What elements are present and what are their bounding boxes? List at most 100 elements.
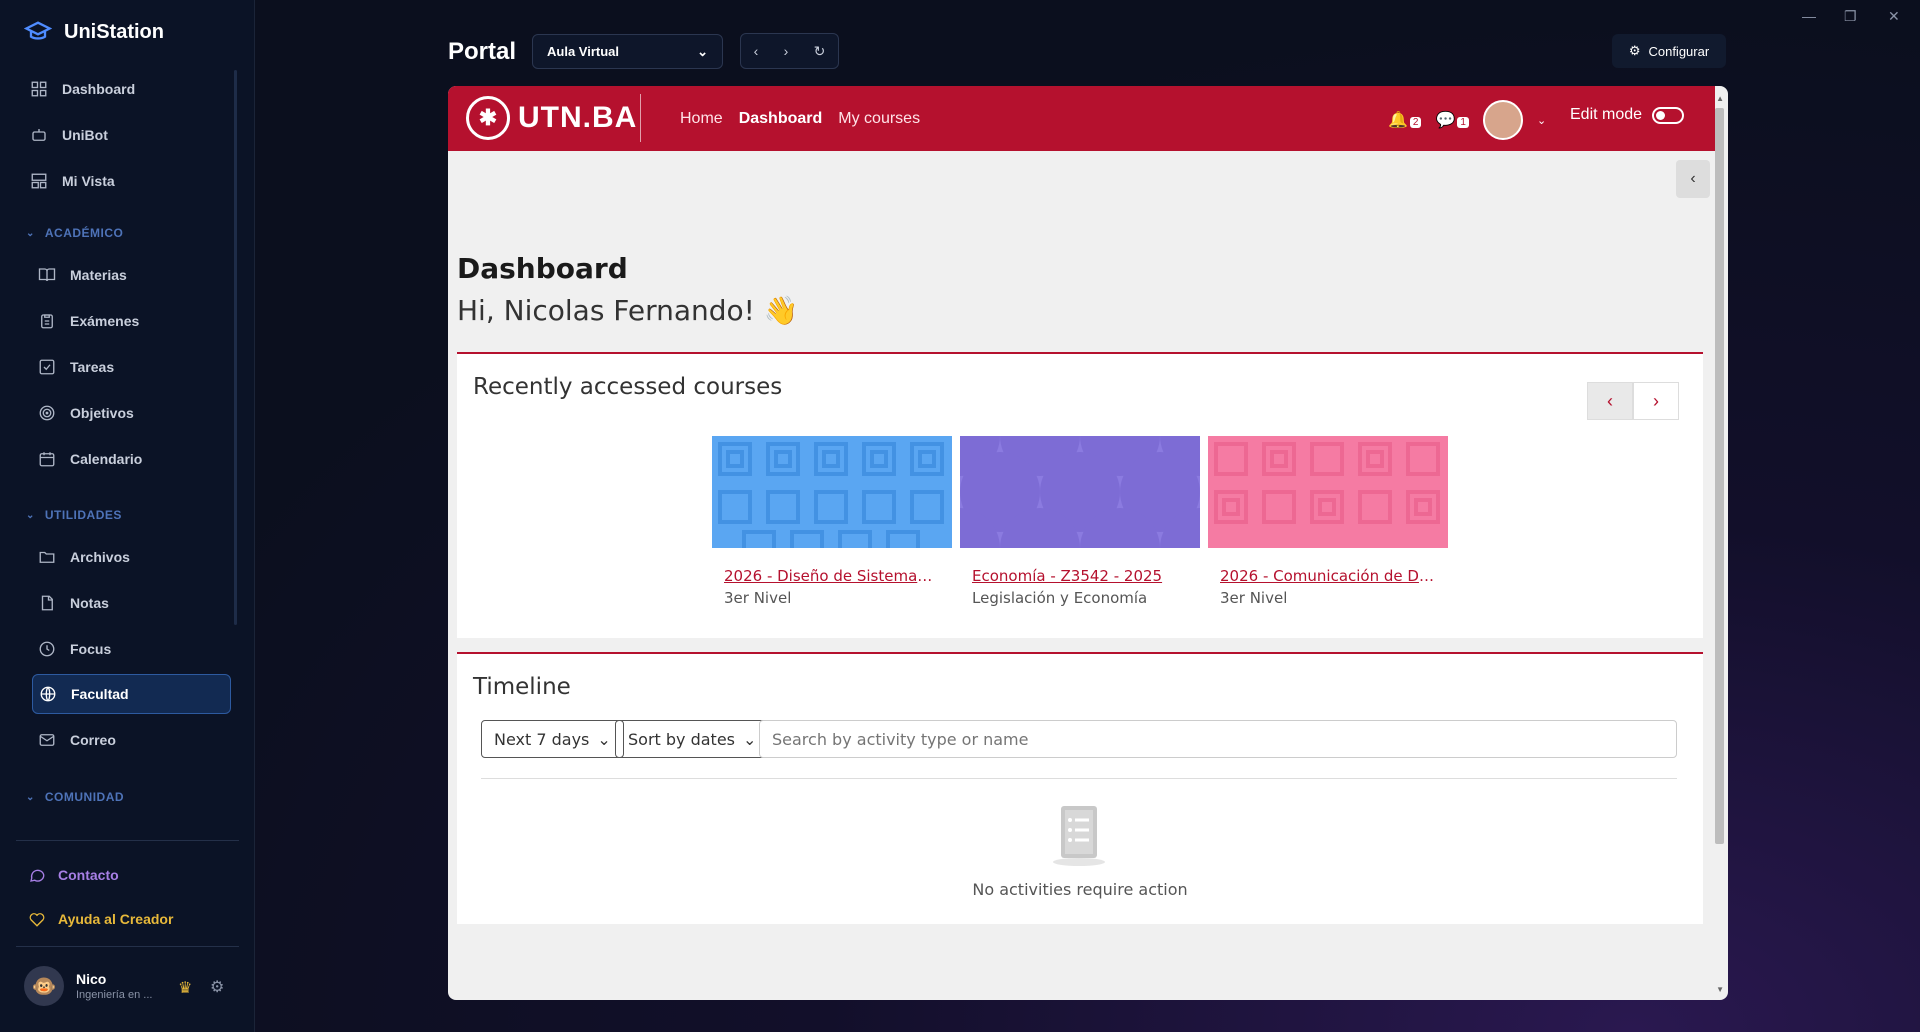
user-profile[interactable]: 🐵 Nico Ingeniería en ... (24, 966, 152, 1006)
forward-icon[interactable]: › (784, 43, 789, 59)
file-icon (41, 595, 53, 611)
frame-scrollbar[interactable] (1715, 108, 1724, 844)
sidebar-item-label: Notas (70, 595, 109, 611)
edit-mode-switch[interactable]: Edit mode (1570, 106, 1685, 124)
portal-select-value: Aula Virtual (547, 44, 620, 59)
course-link[interactable]: Economía - Z3542 - 2025 (960, 567, 1188, 585)
sidebar-item-correo[interactable]: Correo (32, 720, 231, 760)
sidebar-item-label: Archivos (70, 549, 130, 565)
chevron-down-icon[interactable]: ⌄ (1537, 114, 1546, 127)
edit-mode-label: Edit mode (1570, 106, 1643, 123)
user-avatar[interactable] (1482, 100, 1523, 140)
sidebar-item-label: Correo (70, 732, 116, 748)
timeline-card: Timeline Next 7 days ⌄ Sort by dates ⌄ N… (457, 652, 1703, 924)
sidebar-item-examenes[interactable]: Exámenes (32, 301, 231, 341)
empty-list-icon (1053, 806, 1105, 866)
sidebar-item-materias[interactable]: Materias (32, 255, 231, 295)
page-title: Portal (448, 38, 517, 65)
section-academico[interactable]: ⌄ ACADÉMICO (26, 226, 123, 240)
sidebar-item-facultad[interactable]: Facultad (32, 674, 231, 714)
chevron-down-icon: ⌄ (697, 43, 708, 59)
configure-label: Configurar (1648, 43, 1710, 59)
brand[interactable]: UniStation (24, 18, 164, 46)
back-icon[interactable]: ‹ (754, 43, 759, 59)
help-label: Ayuda al Creador (58, 911, 174, 927)
contact-link[interactable]: Contacto (28, 866, 119, 884)
section-label: COMUNIDAD (44, 790, 125, 804)
robot-icon (32, 129, 46, 141)
course-image (712, 436, 952, 564)
section-label: ACADÉMICO (44, 226, 124, 240)
configure-button[interactable]: ⚙ Configurar (1612, 34, 1726, 68)
messages-button[interactable]: 💬 1 (1435, 110, 1469, 130)
course-link[interactable]: 2026 - Diseño de Sistemas d... (712, 567, 940, 585)
graduation-cap-icon (24, 21, 52, 40)
course-image (1208, 436, 1448, 548)
sidebar-item-mi-vista[interactable]: Mi Vista (24, 161, 231, 201)
menu-dashboard[interactable]: Dashboard (739, 110, 823, 128)
section-utilidades[interactable]: ⌄ UTILIDADES (26, 508, 122, 522)
bell-icon: 🔔 (1388, 112, 1408, 129)
sidebar-item-archivos[interactable]: Archivos (32, 537, 231, 577)
menu-my-courses[interactable]: My courses (838, 110, 920, 128)
embedded-browser: ▲ ▼ ✱ UTN.BA Home Dashboard My courses 🔔… (448, 86, 1728, 1000)
course-card[interactable]: Economía - Z3542 - 2025 Legislación y Ec… (920, 396, 1240, 607)
site-logo[interactable]: ✱ UTN.BA (466, 96, 637, 140)
sidebar-item-calendario[interactable]: Calendario (32, 439, 231, 479)
clipboard-icon (41, 314, 53, 329)
course-category: 3er Nivel (1220, 589, 1288, 607)
course-link[interactable]: 2026 - Comunicación de Dat... (1208, 567, 1436, 585)
folder-icon (39, 551, 55, 563)
dashboard-title: Dashboard (457, 252, 628, 285)
timeline-search-input[interactable] (759, 720, 1677, 758)
minimize-icon[interactable]: — (1802, 8, 1816, 24)
sidebar-item-tareas[interactable]: Tareas (32, 347, 231, 387)
chevron-down-icon: ⌄ (26, 227, 35, 239)
course-card[interactable]: 2026 - Diseño de Sistemas d... 3er Nivel (712, 436, 952, 607)
close-icon[interactable]: ✕ (1888, 8, 1900, 25)
sidebar-item-label: Dashboard (62, 81, 136, 97)
site-navbar: ✱ UTN.BA Home Dashboard My courses 🔔 2 💬 1… (448, 86, 1715, 151)
portal-select[interactable]: Aula Virtual ⌄ (532, 34, 723, 69)
empty-state-text: No activities require action (972, 880, 1188, 899)
chevron-down-icon: ⌄ (26, 509, 35, 521)
sidebar-item-dashboard[interactable]: Dashboard (24, 69, 231, 109)
user-name: Nico (76, 971, 107, 987)
sidebar-item-notas[interactable]: Notas (32, 583, 231, 623)
sidebar-item-objetivos[interactable]: Objetivos (32, 393, 231, 433)
date-range-dropdown[interactable]: Next 7 days ⌄ (481, 720, 624, 758)
gear-icon[interactable]: ⚙ (210, 977, 224, 997)
logo-text: UTN.BA (518, 101, 638, 134)
sidebar-item-label: Materias (70, 267, 127, 283)
course-card[interactable]: 2026 - Comunicación de Dat... 3er Nivel (1208, 436, 1448, 607)
chevron-down-icon: ⌄ (26, 791, 35, 803)
toggle-switch[interactable] (1652, 106, 1685, 124)
sidebar-divider (16, 840, 239, 841)
sort-dropdown[interactable]: Sort by dates ⌄ (615, 720, 770, 758)
scroll-up-icon[interactable]: ▲ (1716, 94, 1724, 103)
carousel-pager: ‹ › (1587, 382, 1679, 420)
chevron-right-icon[interactable]: › (1633, 382, 1679, 420)
sidebar-scrollbar[interactable] (234, 70, 237, 625)
section-comunidad[interactable]: ⌄ COMUNIDAD (26, 790, 124, 804)
scroll-down-icon[interactable]: ▼ (1716, 985, 1724, 994)
help-creator-link[interactable]: Ayuda al Creador (28, 910, 173, 928)
target-icon (39, 405, 55, 421)
course-category: 3er Nivel (724, 589, 792, 607)
sidebar-item-unibot[interactable]: UniBot (24, 115, 231, 155)
restore-icon[interactable]: ❐ (1844, 8, 1857, 25)
crown-icon[interactable]: ♛ (178, 978, 192, 998)
chevron-left-icon[interactable]: ‹ (1587, 382, 1633, 420)
grid-icon (31, 81, 47, 97)
reload-icon[interactable]: ↻ (814, 43, 826, 60)
sidebar-item-focus[interactable]: Focus (32, 629, 231, 669)
navbar-right: 🔔 2 💬 1 ⌄ (1388, 100, 1546, 140)
menu-home[interactable]: Home (680, 110, 723, 128)
heart-icon (29, 913, 45, 927)
sidebar-item-label: UniBot (62, 127, 108, 143)
sidebar-item-label: Objetivos (70, 405, 134, 421)
course-category: Legislación y Economía (972, 589, 1148, 607)
notifications-button[interactable]: 🔔 2 (1388, 110, 1422, 130)
open-drawer-button[interactable]: ‹ (1676, 160, 1710, 198)
user-subtitle: Ingeniería en ... (76, 989, 153, 1001)
